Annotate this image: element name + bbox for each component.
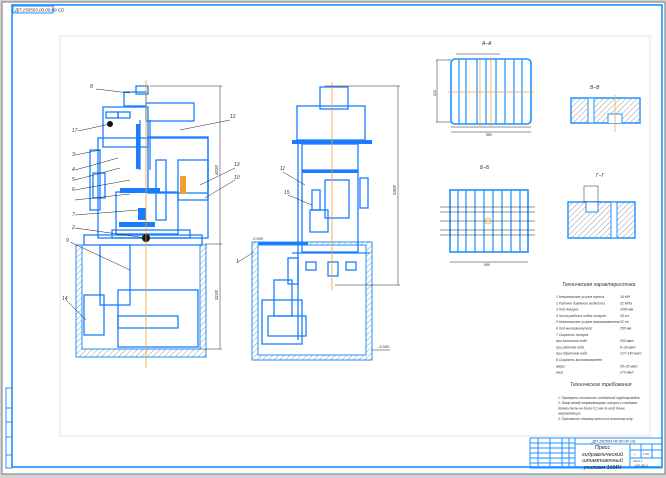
tech-characteristics: Техническая характеристика [562, 282, 636, 288]
callout-4: 4 [72, 167, 75, 173]
level-top: 0.000 [253, 236, 264, 241]
tech-char-label: 3 Ход ползуна [556, 308, 578, 312]
title-group: ИЗ-08-2 [635, 464, 648, 468]
callout-12: 12 [230, 114, 236, 120]
aa-width-dim: 980 [486, 133, 492, 137]
section-aa-label: А–А [481, 41, 492, 47]
callout-8: 8 [90, 84, 93, 90]
section-bb-label: Б–Б [480, 165, 490, 171]
tech-char-value: 260 мм [619, 327, 632, 331]
tech-char-label: при рабочем ходе [556, 345, 584, 349]
callout-13: 13 [234, 162, 240, 168]
title-code: ДП.150503.00.00.00 СБ [591, 439, 636, 444]
tech-req-title: Технические требования [570, 382, 632, 388]
callout-11: 11 [280, 166, 285, 172]
tech-char-label: 1 Номинальное усилие пресса [556, 295, 604, 299]
callout-7: 7 [72, 212, 75, 218]
tech-char-label: при обратном ходе [556, 352, 587, 356]
front-height-dim: 4020 [214, 164, 219, 175]
tech-char-label: 8 Скорость выталкивателя [556, 358, 602, 362]
tech-char-value: 127–140 мм/с [620, 352, 642, 356]
tech-char-value: 8–26 мм/с [620, 345, 636, 349]
callout-5: 5 [72, 177, 75, 183]
tech-char-label: вверх [556, 364, 565, 368]
callout-6: 6 [72, 187, 75, 193]
side-height-dim: 5300 [392, 184, 397, 195]
tech-char-label: 2 Рабочее давление жидкости [555, 301, 605, 305]
section-vv-label: В–В [590, 85, 600, 91]
tech-char-label: при холостом ходе [556, 339, 587, 343]
tech-char-value: 1000 мм [620, 308, 634, 312]
tech-requirements: Технические требования [570, 382, 632, 388]
tech-char-value: 32 х/ч [620, 320, 629, 324]
section-gg-label: Г–Г [596, 173, 606, 179]
tech-req-item: 2. Зазор между направляющими ползуна и с… [557, 401, 637, 405]
tech-char-label: 6 Ход выталкивателя [556, 327, 592, 331]
drawing-sheet: ДП.150503.00.00.00 СБ 8 17 3 4 5 6 7 2 9… [1, 1, 666, 475]
tech-char-label: 5 Номинальное усилие выталкивателя [556, 320, 620, 324]
tech-char-value: 32 МПа [620, 301, 632, 305]
tech-char-value: 16 МН [620, 295, 631, 299]
bb-width-dim: 980 [484, 263, 490, 267]
tech-char-label: 4 Число рабочих ходов ползуна [556, 314, 606, 318]
callout-2: 2 [71, 225, 75, 231]
tech-req-item: направляющих. [558, 412, 581, 416]
aa-height-dim: 620 [433, 90, 437, 96]
callout-9: 9 [66, 238, 69, 244]
front-lower-dim: 3100 [214, 289, 219, 300]
tech-char-title: Техническая характеристика [562, 282, 636, 288]
tech-char-value: 65–26 мм/с [620, 364, 638, 368]
callout-1: 1 [236, 259, 239, 265]
callout-3: 3 [72, 152, 75, 158]
title-sheet: Лист 1 [632, 459, 643, 463]
stamp-text: ДП.150503.00.00.00 СБ [14, 8, 64, 13]
tech-char-value: 200 мм/с [619, 339, 634, 343]
callout-10: 10 [234, 175, 240, 181]
title-scale: 1:20 [643, 452, 649, 456]
callout-17: 17 [72, 128, 78, 134]
callout-14: 14 [62, 296, 68, 302]
tech-char-label: 7 Скорость ползуна [556, 333, 588, 337]
tech-char-value: 28 х/ч [619, 314, 629, 318]
callout-15: 15 [284, 190, 290, 196]
tech-char-value: 270 мм/с [619, 371, 634, 375]
tech-req-item: 3. Произвести обкатку пресса на холостом… [558, 417, 633, 421]
level-bottom: -3.000 [378, 344, 390, 349]
tech-char-label: вниз [556, 371, 564, 375]
tech-req-item: должен быть не более 0,1 мм по всей длин… [558, 406, 625, 410]
cad-drawing-viewport: ДП.150503.00.00.00 СБ 8 17 3 4 5 6 7 2 9… [0, 0, 666, 478]
tech-req-item: 1. Проверить плотность соединений трубоп… [558, 396, 641, 400]
title-name: Пресс гидравлический штамповочный усилие… [581, 445, 624, 471]
